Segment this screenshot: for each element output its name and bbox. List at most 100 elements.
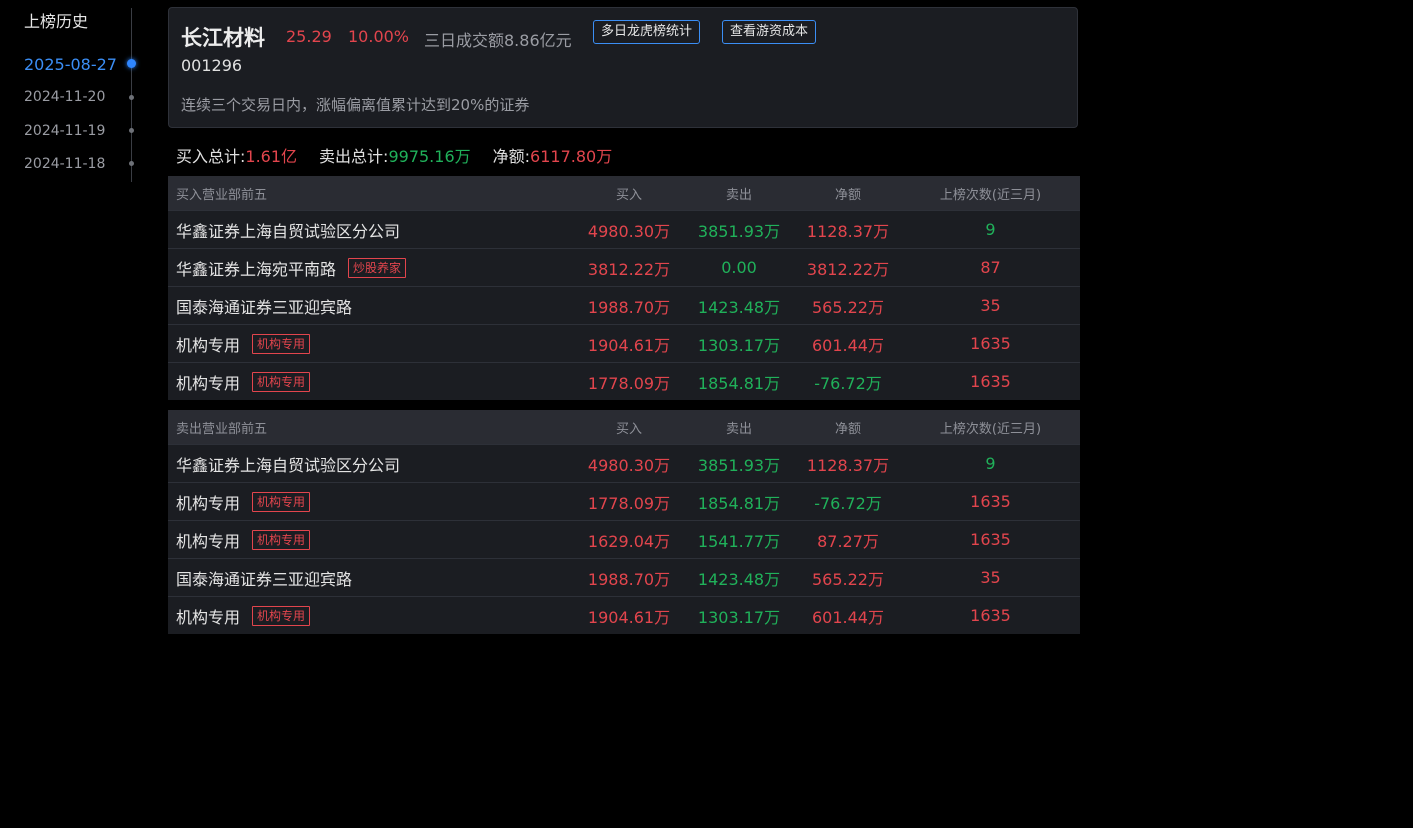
- table-row[interactable]: 机构专用 机构专用 1778.09万 1854.81万 -76.72万 1635: [168, 482, 1080, 520]
- col-header-net: 净额: [834, 187, 861, 203]
- col-header-sell: 卖出: [725, 187, 752, 203]
- timeline-dot: [129, 95, 134, 100]
- listing-count: 1635: [970, 492, 1011, 511]
- buy-amount: 1629.04万: [587, 531, 671, 551]
- institution-tag: 机构专用: [252, 529, 311, 550]
- table-header: 买入营业部前五 买入 卖出 净额 上榜次数(近三月): [168, 176, 1080, 210]
- history-date-item[interactable]: 2024-11-20: [24, 89, 105, 105]
- table-row[interactable]: 国泰海通证券三亚迎宾路 1988.70万 1423.48万 565.22万 35: [168, 558, 1080, 596]
- table-header: 卖出营业部前五 买入 卖出 净额 上榜次数(近三月): [168, 410, 1080, 444]
- buy-amount: 1904.61万: [587, 607, 671, 627]
- table-row[interactable]: 华鑫证券上海自贸试验区分公司 4980.30万 3851.93万 1128.37…: [168, 444, 1080, 482]
- institution-tag: 机构专用: [252, 333, 311, 354]
- three-day-turnover: 三日成交额8.86亿元: [424, 31, 572, 50]
- col-header-seat: 买入营业部前五: [176, 187, 268, 203]
- buy-amount: 1988.70万: [587, 569, 671, 589]
- buy-amount: 1904.61万: [587, 335, 671, 355]
- net-amount: 87.27万: [817, 531, 879, 551]
- col-header-seat: 卖出营业部前五: [176, 421, 268, 437]
- seat-name[interactable]: 机构专用: [176, 528, 240, 552]
- buy-total-value: 1.61亿: [245, 147, 298, 166]
- listing-count: 9: [985, 454, 996, 473]
- sell-amount: 3851.93万: [697, 221, 781, 241]
- sell-amount: 1423.48万: [697, 297, 781, 317]
- table-row[interactable]: 国泰海通证券三亚迎宾路 1988.70万 1423.48万 565.22万 35: [168, 286, 1080, 324]
- net-amount: -76.72万: [814, 493, 882, 513]
- history-sidebar: 上榜历史 2025-08-27 2024-11-20 2024-11-19 20…: [0, 0, 140, 190]
- sell-amount: 1423.48万: [697, 569, 781, 589]
- seat-name[interactable]: 机构专用: [176, 332, 240, 356]
- institution-tag: 机构专用: [252, 491, 311, 512]
- sell-amount: 1303.17万: [697, 607, 781, 627]
- stock-price: 25.29: [286, 27, 332, 46]
- stock-code: 001296: [181, 56, 243, 75]
- timeline-dot: [129, 161, 134, 166]
- seat-name[interactable]: 机构专用: [176, 490, 240, 514]
- institution-tag: 机构专用: [252, 371, 311, 392]
- net-total-label: 净额:: [492, 147, 531, 166]
- net-amount: 565.22万: [812, 569, 884, 589]
- col-header-count: 上榜次数(近三月): [939, 187, 1042, 203]
- sell-total-value: 9975.16万: [388, 147, 471, 166]
- buy-amount: 3812.22万: [587, 259, 671, 279]
- buy-total-label: 买入总计:: [176, 147, 246, 166]
- table-row[interactable]: 机构专用 机构专用 1629.04万 1541.77万 87.27万 1635: [168, 520, 1080, 558]
- institution-tag: 机构专用: [252, 605, 311, 626]
- listing-count: 1635: [970, 530, 1011, 549]
- buy-amount: 1778.09万: [587, 493, 671, 513]
- listing-count: 1635: [970, 334, 1011, 353]
- net-total-value: 6117.80万: [530, 147, 613, 166]
- table-row[interactable]: 机构专用 机构专用 1904.61万 1303.17万 601.44万 1635: [168, 324, 1080, 362]
- history-date-item[interactable]: 2025-08-27: [24, 55, 117, 74]
- history-date-item[interactable]: 2024-11-18: [24, 156, 105, 172]
- listing-count: 1635: [970, 372, 1011, 391]
- net-amount: 3812.22万: [806, 259, 890, 279]
- sell-amount: 1541.77万: [697, 531, 781, 551]
- col-header-net: 净额: [834, 421, 861, 437]
- sell-seats-table: 卖出营业部前五 买入 卖出 净额 上榜次数(近三月) 华鑫证券上海自贸试验区分公…: [168, 410, 1080, 634]
- trader-tag[interactable]: 炒股养家: [348, 257, 407, 278]
- seat-name[interactable]: 华鑫证券上海宛平南路: [176, 256, 336, 280]
- totals-summary: 买入总计:1.61亿 卖出总计:9975.16万 净额:6117.80万: [176, 143, 612, 167]
- sell-amount: 1303.17万: [697, 335, 781, 355]
- net-amount: 1128.37万: [806, 455, 890, 475]
- timeline-dot-active: [127, 59, 136, 68]
- buy-amount: 1988.70万: [587, 297, 671, 317]
- sell-amount: 1854.81万: [697, 493, 781, 513]
- listing-count: 1635: [970, 606, 1011, 625]
- seat-name[interactable]: 机构专用: [176, 604, 240, 628]
- seat-name[interactable]: 华鑫证券上海自贸试验区分公司: [176, 218, 400, 242]
- col-header-sell: 卖出: [725, 421, 752, 437]
- multi-day-stats-button[interactable]: 多日龙虎榜统计: [593, 20, 701, 44]
- sell-amount: 0.00: [721, 258, 757, 277]
- listing-reason: 连续三个交易日内，涨幅偏离值累计达到20%的证券: [181, 96, 530, 114]
- net-amount: 1128.37万: [806, 221, 890, 241]
- buy-seats-table: 买入营业部前五 买入 卖出 净额 上榜次数(近三月) 华鑫证券上海自贸试验区分公…: [168, 176, 1080, 400]
- col-header-buy: 买入: [615, 187, 642, 203]
- seat-name[interactable]: 国泰海通证券三亚迎宾路: [176, 294, 352, 318]
- listing-count: 35: [980, 568, 1001, 587]
- seat-name[interactable]: 国泰海通证券三亚迎宾路: [176, 566, 352, 590]
- table-row[interactable]: 机构专用 机构专用 1904.61万 1303.17万 601.44万 1635: [168, 596, 1080, 634]
- stock-info-card: 长江材料 25.29 10.00% 三日成交额8.86亿元 多日龙虎榜统计 查看…: [168, 7, 1078, 128]
- seat-name[interactable]: 机构专用: [176, 370, 240, 394]
- history-date-item[interactable]: 2024-11-19: [24, 123, 105, 139]
- sell-amount: 1854.81万: [697, 373, 781, 393]
- stock-name: 长江材料: [181, 26, 265, 50]
- stock-change-pct: 10.00%: [348, 27, 410, 46]
- net-amount: 565.22万: [812, 297, 884, 317]
- listing-count: 35: [980, 296, 1001, 315]
- col-header-count: 上榜次数(近三月): [939, 421, 1042, 437]
- view-hot-money-cost-button[interactable]: 查看游资成本: [722, 20, 817, 44]
- buy-amount: 4980.30万: [587, 221, 671, 241]
- table-row[interactable]: 华鑫证券上海宛平南路 炒股养家 3812.22万 0.00 3812.22万 87: [168, 248, 1080, 286]
- listing-count: 9: [985, 220, 996, 239]
- table-row[interactable]: 华鑫证券上海自贸试验区分公司 4980.30万 3851.93万 1128.37…: [168, 210, 1080, 248]
- sell-amount: 3851.93万: [697, 455, 781, 475]
- net-amount: 601.44万: [812, 607, 884, 627]
- table-row[interactable]: 机构专用 机构专用 1778.09万 1854.81万 -76.72万 1635: [168, 362, 1080, 400]
- history-title: 上榜历史: [24, 12, 89, 31]
- seat-name[interactable]: 华鑫证券上海自贸试验区分公司: [176, 452, 400, 476]
- col-header-buy: 买入: [615, 421, 642, 437]
- timeline-dot: [129, 128, 134, 133]
